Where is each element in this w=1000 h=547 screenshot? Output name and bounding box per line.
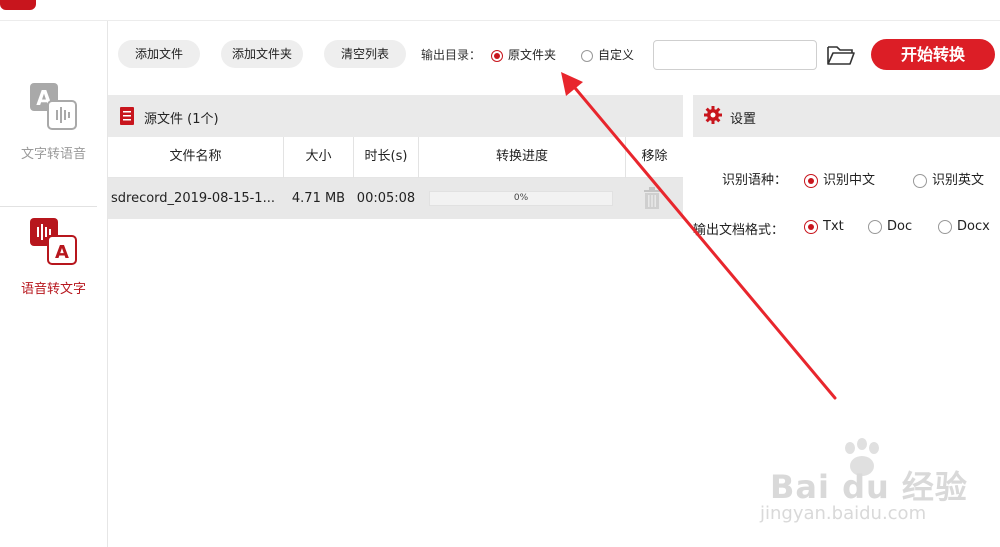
language-chinese-radio[interactable]: 识别中文	[804, 169, 875, 188]
format-doc-radio[interactable]: Doc	[868, 219, 912, 234]
radio-unselected-icon	[938, 219, 952, 234]
progress-bar: 0%	[429, 191, 613, 206]
format-docx-radio[interactable]: Docx	[938, 219, 990, 234]
option-label: Txt	[823, 219, 844, 234]
radio-selected-icon	[804, 219, 818, 234]
output-custom-radio[interactable]: 自定义	[581, 46, 634, 63]
option-label: 自定义	[598, 48, 635, 62]
trash-icon[interactable]	[643, 187, 661, 209]
sidebar-item-text-to-speech[interactable]: A 文字转语音	[0, 81, 107, 162]
option-label: Doc	[887, 219, 913, 234]
output-dir-label: 输出目录：	[421, 48, 482, 62]
column-header-name: 文件名称	[169, 149, 222, 164]
file-name-cell: sdrecord_2019-08-15-1...	[111, 191, 275, 206]
file-size-cell: 4.71 MB	[291, 191, 346, 206]
output-original-folder-radio[interactable]: 原文件夹	[491, 46, 556, 63]
source-panel-title: 源文件 (1个)	[144, 112, 219, 127]
add-file-button[interactable]: 添加文件	[118, 40, 200, 68]
output-format-label: 输出文档格式：	[693, 223, 785, 238]
sidebar-item-label: 语音转文字	[20, 282, 86, 297]
folder-open-icon[interactable]	[826, 43, 856, 67]
output-path-input[interactable]	[653, 40, 817, 70]
table-row[interactable]: sdrecord_2019-08-15-1... 4.71 MB 00:05:0…	[108, 178, 683, 219]
watermark-logo-text: Bai du 经验	[770, 468, 968, 506]
radio-selected-icon	[491, 49, 503, 62]
file-duration-cell: 00:05:08	[356, 191, 416, 206]
app-logo	[0, 0, 36, 10]
column-header-duration: 时长(s)	[364, 149, 408, 164]
gear-icon	[704, 106, 722, 124]
settings-title: 设置	[730, 112, 757, 127]
sidebar: A 文字转语音 A 语音转文字	[0, 21, 108, 547]
svg-text:A: A	[55, 242, 69, 263]
radio-unselected-icon	[581, 49, 593, 62]
sidebar-item-speech-to-text[interactable]: A 语音转文字	[0, 216, 107, 297]
radio-unselected-icon	[913, 173, 927, 188]
speech-to-text-icon: A	[29, 218, 77, 265]
watermark-url: jingyan.baidu.com	[760, 503, 927, 524]
table-header: 文件名称 大小 时长(s) 转换进度 移除	[108, 137, 683, 178]
option-label: 识别英文	[932, 173, 985, 188]
progress-text: 0%	[513, 193, 529, 203]
column-header-size: 大小	[305, 149, 332, 164]
sidebar-item-label: 文字转语音	[20, 147, 86, 162]
option-label: 识别中文	[823, 173, 876, 188]
start-convert-button[interactable]: 开始转换	[871, 39, 995, 70]
sidebar-divider	[0, 206, 97, 207]
option-label: Docx	[957, 219, 990, 234]
column-header-progress: 转换进度	[495, 149, 548, 164]
title-bar	[0, 0, 1000, 21]
format-txt-radio[interactable]: Txt	[804, 219, 844, 234]
language-english-radio[interactable]: 识别英文	[913, 169, 984, 188]
radio-selected-icon	[804, 173, 818, 188]
text-to-speech-icon: A	[29, 83, 77, 130]
radio-unselected-icon	[868, 219, 882, 234]
column-header-remove: 移除	[641, 149, 668, 164]
document-icon	[120, 107, 134, 125]
language-label: 识别语种：	[722, 173, 788, 188]
clear-list-button[interactable]: 清空列表	[324, 40, 406, 68]
option-label: 原文件夹	[508, 48, 557, 62]
add-folder-button[interactable]: 添加文件夹	[221, 40, 303, 68]
